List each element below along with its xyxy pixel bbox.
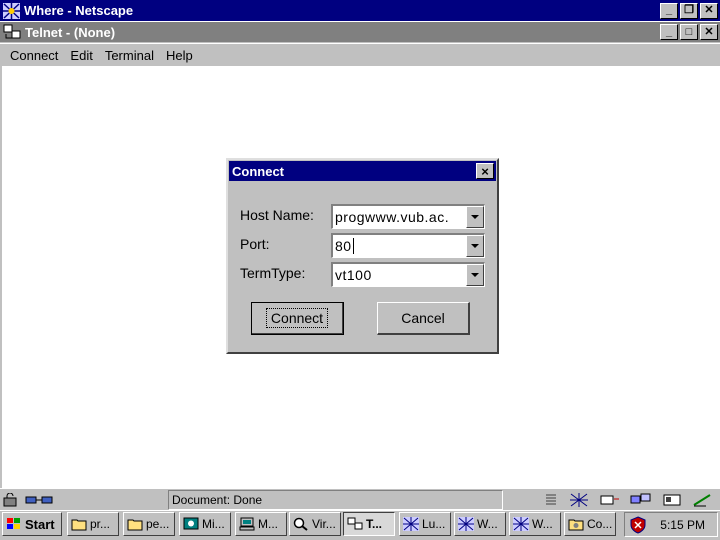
- document-icon[interactable]: [544, 493, 558, 507]
- taskbar-item-lu[interactable]: Lu...: [399, 512, 451, 536]
- taskbar-item-label: Mi...: [202, 517, 225, 531]
- taskbar-item-label: T...: [366, 517, 383, 531]
- start-button[interactable]: Start: [2, 512, 62, 536]
- control-panel-icon: [568, 519, 584, 531]
- menu-connect[interactable]: Connect: [4, 48, 64, 63]
- netscape-icon: [458, 517, 474, 531]
- antivirus-shield-icon[interactable]: [629, 515, 647, 534]
- host-name-combobox[interactable]: progwww.vub.ac.: [331, 204, 485, 229]
- netscape-icon: [403, 517, 419, 531]
- netscape-icon: [3, 2, 20, 19]
- dialog-close-button[interactable]: ×: [476, 163, 494, 179]
- menu-help[interactable]: Help: [160, 48, 199, 63]
- text-cursor: [352, 238, 354, 254]
- chevron-down-icon[interactable]: [466, 264, 484, 286]
- taskbar-item-label: pe...: [146, 517, 170, 531]
- termtype-label: TermType:: [240, 265, 306, 281]
- menu-edit[interactable]: Edit: [64, 48, 98, 63]
- dialog-titlebar[interactable]: Connect ×: [229, 161, 496, 181]
- port-value[interactable]: 80: [333, 238, 466, 254]
- telnet-maximize-button[interactable]: □: [680, 24, 698, 40]
- taskbar-item-w1[interactable]: W...: [454, 512, 506, 536]
- folder-icon: [71, 519, 87, 531]
- status-text: Document: Done: [172, 492, 263, 507]
- taskbar-item-m[interactable]: M...: [235, 512, 287, 536]
- taskbar-item-mi[interactable]: Mi...: [179, 512, 231, 536]
- connect-dialog: Connect × Host Name: progwww.vub.ac. Por…: [226, 158, 499, 354]
- discussion-icon[interactable]: [630, 493, 652, 507]
- netscape-title: Where - Netscape: [24, 3, 134, 18]
- taskbar-item-label: W...: [477, 517, 498, 531]
- taskbar-item-label: M...: [258, 517, 278, 531]
- port-label: Port:: [240, 236, 270, 252]
- netscape-small-icon[interactable]: [570, 492, 588, 507]
- security-lock-icon: [3, 492, 17, 506]
- taskbar-item-label: pr...: [90, 517, 111, 531]
- system-tray: 5:15 PM: [624, 512, 718, 537]
- taskbar-item-w2[interactable]: W...: [509, 512, 561, 536]
- clock[interactable]: 5:15 PM: [660, 518, 705, 532]
- telnet-minimize-button[interactable]: _: [660, 24, 678, 40]
- dialog-title: Connect: [232, 163, 284, 179]
- chevron-down-icon[interactable]: [466, 235, 484, 257]
- status-text-box: Document: Done: [168, 489, 503, 510]
- taskbar-item-vir[interactable]: Vir...: [289, 512, 341, 536]
- start-label: Start: [25, 516, 55, 532]
- telnet-icon: [3, 24, 21, 39]
- telnet-title: Telnet - (None): [25, 24, 116, 40]
- restore-button[interactable]: ❐: [680, 2, 698, 19]
- taskbar-item-label: Lu...: [422, 517, 446, 531]
- taskbar-item-label: Vir...: [312, 517, 336, 531]
- search-icon: [293, 517, 308, 531]
- taskbar-item-label: W...: [532, 517, 553, 531]
- host-name-value[interactable]: progwww.vub.ac.: [333, 209, 466, 225]
- termtype-combobox[interactable]: vt100: [331, 262, 485, 287]
- telnet-titlebar[interactable]: Telnet - (None) _ □ ✕: [0, 22, 720, 43]
- taskbar-item-label: Co...: [587, 517, 613, 531]
- windows-logo-icon: [7, 518, 20, 529]
- minimize-button[interactable]: _: [660, 2, 678, 19]
- close-button[interactable]: ✕: [700, 2, 718, 19]
- menu-terminal[interactable]: Terminal: [99, 48, 160, 63]
- telnet-close-button[interactable]: ✕: [700, 24, 718, 40]
- connect-button[interactable]: Connect: [251, 302, 344, 335]
- address-book-icon[interactable]: [662, 493, 682, 507]
- mail-icon[interactable]: [600, 493, 620, 507]
- taskbar-item-telnet[interactable]: T...: [343, 512, 395, 536]
- presentation-icon: [183, 517, 199, 530]
- status-bar: Document: Done: [0, 488, 720, 510]
- taskbar-item-pr[interactable]: pr...: [67, 512, 119, 536]
- chevron-down-icon[interactable]: [466, 206, 484, 228]
- cancel-button[interactable]: Cancel: [377, 302, 470, 335]
- composer-icon[interactable]: [692, 493, 714, 507]
- connection-plug-icon: [25, 496, 53, 503]
- port-combobox[interactable]: 80: [331, 233, 485, 258]
- netscape-titlebar[interactable]: Where - Netscape _ ❐ ✕: [0, 0, 720, 21]
- menu-bar: Connect Edit Terminal Help: [0, 44, 720, 66]
- netscape-icon: [513, 517, 529, 531]
- host-name-label: Host Name:: [240, 207, 314, 223]
- telnet-icon: [347, 517, 363, 530]
- termtype-value[interactable]: vt100: [333, 267, 466, 283]
- folder-icon: [127, 519, 143, 531]
- cancel-button-label: Cancel: [401, 310, 445, 326]
- taskbar-item-pe[interactable]: pe...: [123, 512, 175, 536]
- connect-button-label: Connect: [265, 308, 329, 328]
- taskbar-item-co[interactable]: Co...: [564, 512, 616, 536]
- computer-icon: [239, 517, 255, 531]
